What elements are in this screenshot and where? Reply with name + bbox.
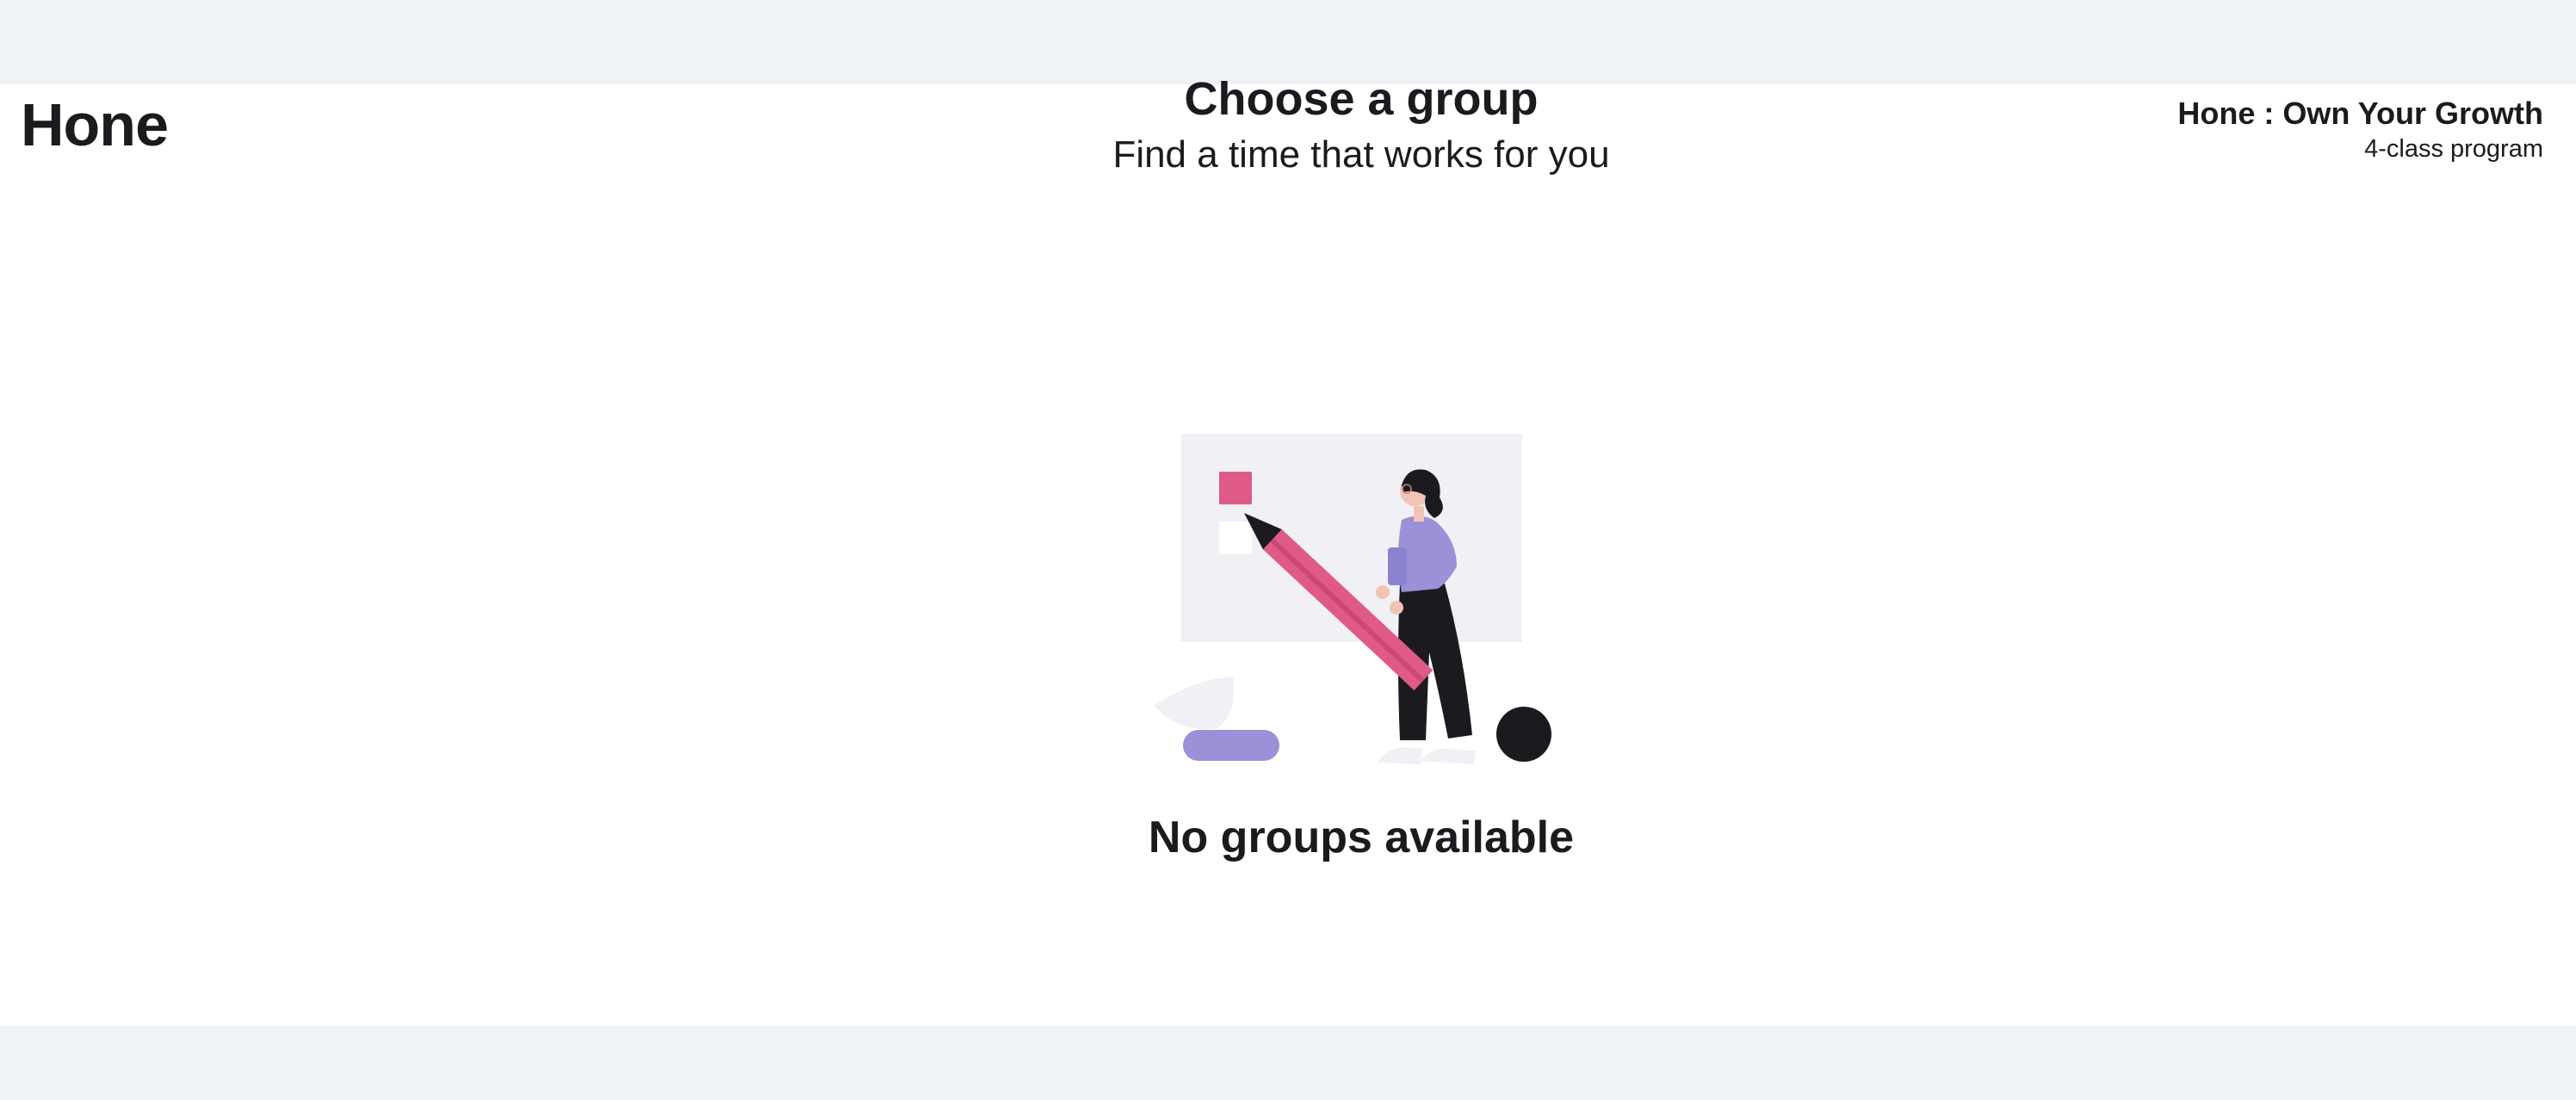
hand-lower-shape <box>1390 601 1403 615</box>
purple-pill-shape <box>1183 730 1279 761</box>
shoe-left-shape <box>1378 747 1422 764</box>
black-ball-shape <box>1496 707 1551 762</box>
sleeve-shape <box>1388 547 1407 585</box>
page-subtitle: Find a time that works for you <box>1112 133 1610 176</box>
page-title: Choose a group <box>1184 73 1539 125</box>
hand-upper-shape <box>1376 585 1390 599</box>
program-description: 4-class program <box>2364 135 2543 164</box>
pink-square-shape <box>1219 472 1252 504</box>
white-square-shape <box>1219 522 1252 554</box>
neck-shape <box>1414 506 1424 522</box>
page-header: Choose a group Find a time that works fo… <box>944 72 1779 178</box>
shoe-right-shape <box>1421 749 1476 764</box>
program-name: Hone : Own Your Growth <box>2177 96 2543 131</box>
empty-state-illustration <box>1154 434 1551 764</box>
program-info: Hone : Own Your Growth 4-class program <box>2177 95 2543 166</box>
leaf-shape <box>1154 677 1235 729</box>
brand-logo[interactable]: Hone <box>21 95 169 155</box>
empty-state-message: No groups available <box>1148 813 1575 862</box>
bottom-band <box>0 1026 2576 1100</box>
